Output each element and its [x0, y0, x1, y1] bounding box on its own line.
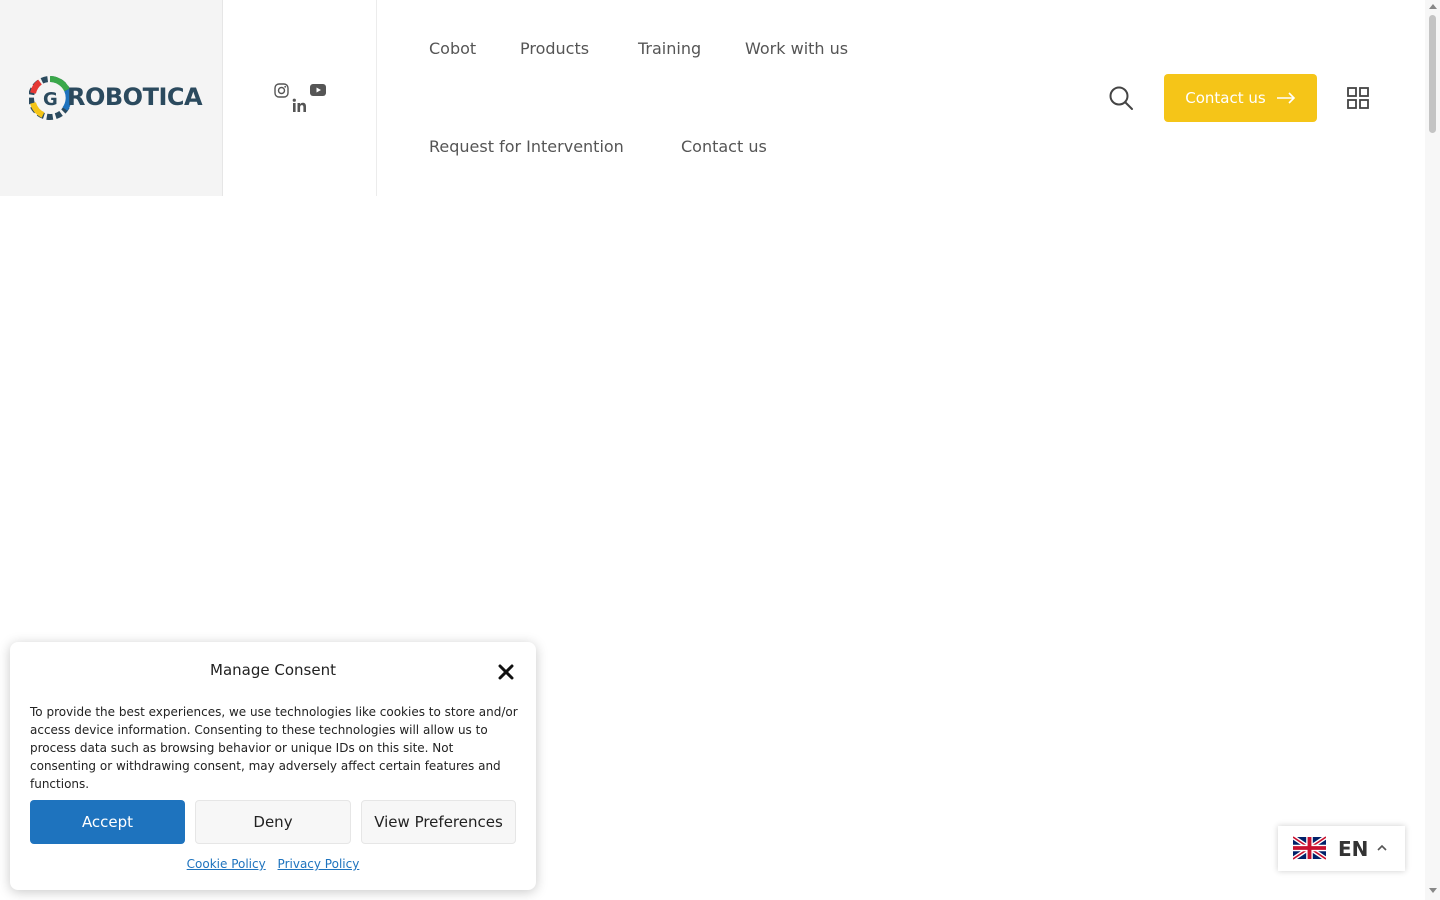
nav-item-products[interactable]: Products [520, 39, 589, 58]
site-header: G ROBOTICA Cobot Products Training Work … [0, 0, 1425, 196]
search-icon[interactable] [1108, 85, 1134, 111]
logo-mark-icon: G [29, 76, 71, 120]
social-links [223, 0, 377, 196]
svg-text:G: G [43, 89, 58, 110]
consent-links: Cookie Policy Privacy Policy [10, 857, 536, 871]
consent-text: To provide the best experiences, we use … [30, 705, 518, 791]
language-code: EN [1338, 837, 1369, 861]
privacy-policy-link[interactable]: Privacy Policy [278, 857, 360, 871]
consent-title: Manage Consent [210, 661, 336, 679]
linkedin-icon[interactable] [292, 98, 307, 116]
close-icon[interactable] [497, 663, 515, 681]
scroll-up-arrow-icon[interactable] [1429, 4, 1437, 9]
language-switcher[interactable]: EN [1278, 826, 1405, 871]
consent-dialog: Manage Consent To provide the best exper… [10, 642, 536, 890]
chevron-up-icon [1377, 844, 1387, 851]
nav-item-request-for-intervention[interactable]: Request for Intervention [429, 137, 624, 156]
scroll-down-arrow-icon[interactable] [1429, 888, 1437, 893]
logo-text: ROBOTICA [67, 83, 203, 111]
main-nav: Cobot Products Training Work with us Req… [429, 0, 989, 196]
page-scrollbar[interactable] [1425, 0, 1440, 900]
view-preferences-button[interactable]: View Preferences [361, 800, 516, 844]
nav-item-training[interactable]: Training [638, 39, 701, 58]
instagram-icon[interactable] [274, 83, 289, 101]
youtube-icon[interactable] [310, 84, 326, 99]
site-logo[interactable]: G ROBOTICA [29, 73, 203, 123]
contact-us-button[interactable]: Contact us [1164, 74, 1317, 122]
nav-item-work-with-us[interactable]: Work with us [745, 39, 848, 58]
accept-button[interactable]: Accept [30, 800, 185, 844]
grid-icon[interactable] [1347, 87, 1369, 109]
cookie-policy-link[interactable]: Cookie Policy [187, 857, 266, 871]
contact-us-button-label: Contact us [1185, 89, 1266, 107]
uk-flag-icon [1293, 835, 1326, 861]
arrow-right-icon [1276, 92, 1295, 104]
scroll-thumb[interactable] [1429, 15, 1436, 133]
nav-item-cobot[interactable]: Cobot [429, 39, 476, 58]
deny-button[interactable]: Deny [195, 800, 351, 844]
logo-panel: G ROBOTICA [0, 0, 223, 196]
nav-item-contact-us[interactable]: Contact us [681, 137, 767, 156]
